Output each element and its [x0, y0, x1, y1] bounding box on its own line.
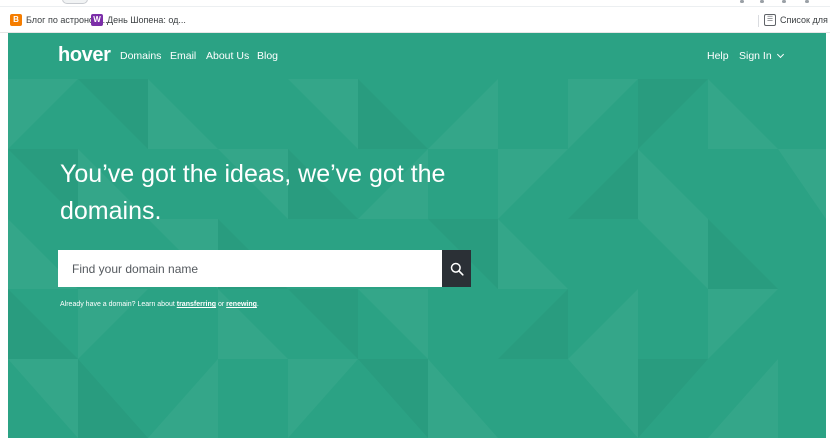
hover-logo[interactable]: hover [58, 44, 111, 67]
headline-line-1: You’ve got the ideas, we’ve got the [60, 160, 446, 188]
nav-link-blog[interactable]: Blog [257, 50, 278, 62]
reading-list-button[interactable]: ☰ Список для чтен [764, 13, 830, 27]
search-button[interactable] [442, 250, 471, 287]
helper-suffix: . [256, 301, 259, 308]
site-w-icon: W [91, 14, 103, 26]
domain-search-form [58, 250, 471, 287]
browser-control-icon[interactable] [740, 0, 744, 3]
domain-search-input[interactable] [58, 250, 442, 287]
hero-section: hover Domains Email About Us Blog Help S… [8, 33, 826, 438]
nav-link-domains[interactable]: Domains [120, 50, 161, 62]
top-navigation: hover Domains Email About Us Blog Help S… [8, 33, 826, 79]
browser-control-icon[interactable] [805, 0, 809, 3]
reading-list-label: Список для чтен [780, 15, 830, 25]
nav-link-help[interactable]: Help [707, 50, 729, 62]
helper-or: or [216, 301, 227, 308]
browser-control-icon[interactable] [782, 0, 786, 3]
tab-pill[interactable] [62, 0, 88, 4]
transfer-renew-note: Already have a domain? Learn about trans… [60, 301, 259, 308]
bookmarks-divider [758, 15, 759, 27]
background-pattern [8, 79, 826, 438]
browser-control-icon[interactable] [760, 0, 764, 3]
bookmarks-bar: B Блог по астроном... W День Шопена: од.… [0, 7, 830, 33]
transferring-link[interactable]: transferring [177, 301, 216, 308]
blogger-icon: B [10, 14, 22, 26]
browser-tabstrip [0, 0, 830, 7]
sign-in-menu[interactable]: Sign In [739, 50, 784, 62]
reading-list-icon: ☰ [764, 14, 776, 26]
hero-headline: You’ve got the ideas, we’ve got the doma… [60, 156, 480, 230]
bookmark-label: День Шопена: од... [107, 15, 186, 25]
bookmark-chopin-day[interactable]: W День Шопена: од... [91, 13, 186, 27]
nav-link-about-us[interactable]: About Us [206, 50, 249, 62]
sign-in-label: Sign In [739, 50, 772, 62]
chevron-down-icon [776, 50, 784, 59]
helper-prefix: Already have a domain? Learn about [60, 301, 177, 308]
renewing-link[interactable]: renewing [226, 301, 257, 308]
nav-link-email[interactable]: Email [170, 50, 196, 62]
headline-line-2: domains. [60, 197, 162, 225]
search-icon [450, 262, 464, 276]
